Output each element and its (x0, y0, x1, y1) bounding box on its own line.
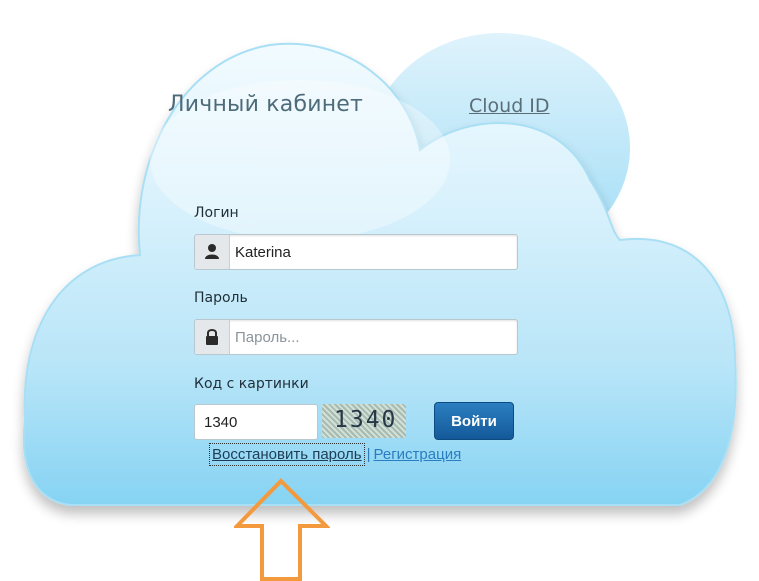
user-icon (195, 235, 230, 269)
cloud-id-link[interactable]: Cloud ID (469, 95, 550, 117)
restore-password-link[interactable]: Восстановить пароль (209, 443, 365, 466)
captcha-image: 1340 (322, 404, 406, 438)
login-field (194, 234, 518, 270)
password-input[interactable] (235, 320, 505, 354)
captcha-input[interactable] (195, 405, 314, 439)
register-link[interactable]: Регистрация (374, 446, 462, 463)
password-label: Пароль (194, 290, 248, 306)
password-field (194, 319, 518, 355)
captcha-label: Код с картинки (194, 376, 309, 392)
page-title: Личный кабинет (168, 92, 364, 117)
login-input[interactable] (235, 235, 505, 269)
cloud-background (22, 33, 737, 506)
login-button[interactable]: Войти (434, 402, 514, 440)
captcha-field (194, 404, 318, 440)
up-arrow-icon (234, 478, 330, 581)
captcha-image-text: 1340 (334, 407, 398, 433)
auth-links: Восстановить пароль | Регистрация (209, 443, 462, 466)
link-separator: | (366, 446, 371, 463)
lock-icon (195, 320, 230, 354)
login-label: Логин (194, 205, 239, 221)
login-page: Личный кабинет Cloud ID Логин Пароль Код… (0, 0, 759, 581)
